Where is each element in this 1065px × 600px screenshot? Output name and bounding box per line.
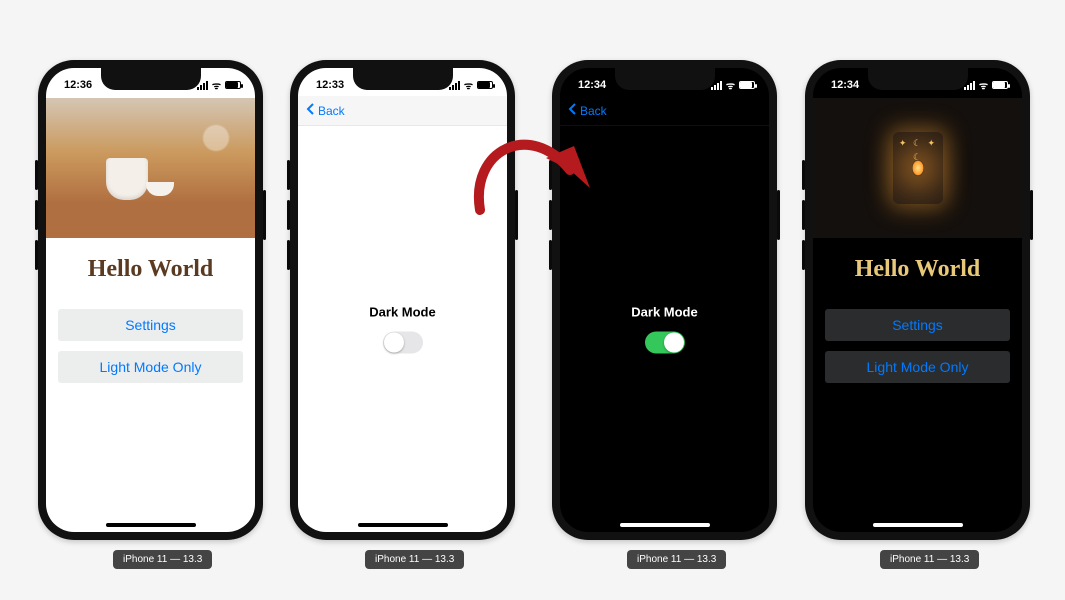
page-title: Hello World <box>813 256 1022 283</box>
settings-button[interactable]: Settings <box>58 309 243 341</box>
clock: 12:36 <box>64 79 92 91</box>
clock: 12:34 <box>578 79 606 91</box>
notch <box>353 68 453 90</box>
screen-home-dark: 12:34 ᯤ Hello World Settings Light Mode … <box>813 68 1022 532</box>
status-icons: ᯤ <box>964 78 1008 92</box>
device-label: iPhone 11 — 13.3 <box>627 550 726 569</box>
settings-button[interactable]: Settings <box>825 309 1010 341</box>
content: Hello World Settings Light Mode Only <box>46 98 255 532</box>
back-button[interactable]: Back <box>580 104 607 118</box>
device-label: iPhone 11 — 13.3 <box>365 550 464 569</box>
wifi-icon: ᯤ <box>212 78 221 92</box>
notch <box>101 68 201 90</box>
toggle-group: Dark Mode <box>298 305 507 354</box>
toggle-label: Dark Mode <box>631 305 697 320</box>
battery-icon <box>992 81 1008 89</box>
clock: 12:34 <box>831 79 859 91</box>
screen-settings-light: 12:33 ᯤ Back Dark Mode <box>298 68 507 532</box>
light-mode-only-button[interactable]: Light Mode Only <box>58 351 243 383</box>
home-indicator[interactable] <box>620 523 710 527</box>
device-frame: 12:34 ᯤ Back Dark Mode <box>552 60 777 540</box>
back-chevron-icon[interactable] <box>306 103 316 118</box>
notch <box>615 68 715 90</box>
device-frame: 12:33 ᯤ Back Dark Mode <box>290 60 515 540</box>
battery-icon <box>477 81 493 89</box>
device-frame: 12:36 ᯤ Hello World Settings Light Mode … <box>38 60 263 540</box>
clock: 12:33 <box>316 79 344 91</box>
wifi-icon: ᯤ <box>464 78 473 92</box>
button-list: Settings Light Mode Only <box>46 309 255 383</box>
dark-mode-toggle[interactable] <box>383 332 423 354</box>
back-button[interactable]: Back <box>318 104 345 118</box>
back-chevron-icon[interactable] <box>568 103 578 118</box>
status-icons: ᯤ <box>711 78 755 92</box>
button-list: Settings Light Mode Only <box>813 309 1022 383</box>
content: Dark Mode <box>298 126 507 532</box>
light-mode-only-button[interactable]: Light Mode Only <box>825 351 1010 383</box>
home-indicator[interactable] <box>873 523 963 527</box>
battery-icon <box>739 81 755 89</box>
device-label: iPhone 11 — 13.3 <box>113 550 212 569</box>
nav-bar: Back <box>560 96 769 126</box>
toggle-group: Dark Mode <box>560 305 769 354</box>
notch <box>868 68 968 90</box>
status-icons: ᯤ <box>197 78 241 92</box>
device-label: iPhone 11 — 13.3 <box>880 550 979 569</box>
home-indicator[interactable] <box>358 523 448 527</box>
device-frame: 12:34 ᯤ Hello World Settings Light Mode … <box>805 60 1030 540</box>
home-indicator[interactable] <box>106 523 196 527</box>
content: Dark Mode <box>560 126 769 532</box>
nav-bar: Back <box>298 96 507 126</box>
battery-icon <box>225 81 241 89</box>
screen-home-light: 12:36 ᯤ Hello World Settings Light Mode … <box>46 68 255 532</box>
hero-image <box>46 98 255 238</box>
wifi-icon: ᯤ <box>726 78 735 92</box>
status-icons: ᯤ <box>449 78 493 92</box>
toggle-label: Dark Mode <box>369 305 435 320</box>
dark-mode-toggle[interactable] <box>645 332 685 354</box>
content: Hello World Settings Light Mode Only <box>813 98 1022 532</box>
page-title: Hello World <box>46 256 255 283</box>
screen-settings-dark: 12:34 ᯤ Back Dark Mode <box>560 68 769 532</box>
wifi-icon: ᯤ <box>979 78 988 92</box>
hero-image <box>813 98 1022 238</box>
